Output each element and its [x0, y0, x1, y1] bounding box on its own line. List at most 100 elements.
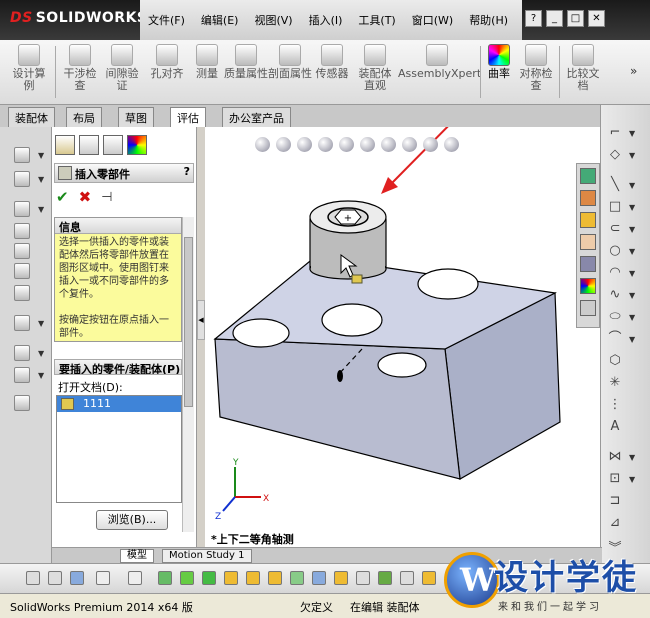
menu-view[interactable]: 视图(V): [246, 12, 300, 28]
info-title[interactable]: 信息: [55, 218, 181, 234]
cancel-x-icon[interactable]: ✖: [79, 188, 92, 206]
cmd-mass-props[interactable]: 质量属性: [224, 44, 268, 80]
tab-model[interactable]: 模型: [120, 549, 154, 563]
filter-surface-icon[interactable]: [180, 571, 194, 585]
design-library-icon[interactable]: [580, 212, 596, 228]
centerline-icon[interactable]: ⋮: [607, 397, 623, 413]
pushpin-icon[interactable]: ⊣: [101, 190, 112, 205]
convert-icon[interactable]: ⊡: [607, 471, 623, 487]
panel-splitter[interactable]: ◀: [197, 300, 205, 340]
pattern-icon[interactable]: [14, 315, 30, 331]
chevron-down-icon[interactable]: ▼: [629, 181, 635, 190]
chevron-down-icon[interactable]: ▼: [38, 319, 44, 328]
home-icon[interactable]: [580, 190, 596, 206]
filter-face-icon[interactable]: [158, 571, 172, 585]
menu-window[interactable]: 窗口(W): [404, 12, 461, 28]
cmd-assemblyxpert[interactable]: AssemblyXpert: [398, 44, 481, 80]
graphics-area[interactable]: + Y X Z *上下二等角轴测: [205, 127, 600, 547]
menu-file[interactable]: 文件(F): [140, 12, 193, 28]
parts-section-title[interactable]: 要插入的零件/装配体(P): [54, 359, 182, 375]
hole-front-left[interactable]: [232, 318, 290, 348]
spline-icon[interactable]: ∿: [607, 287, 623, 303]
chevron-down-icon[interactable]: ▼: [629, 247, 635, 256]
cmd-measure[interactable]: 测量: [190, 44, 224, 80]
tab-office-products[interactable]: 办公室产品: [222, 107, 291, 127]
tab-sketch[interactable]: 草图: [118, 107, 154, 127]
view-palette-icon[interactable]: [580, 256, 596, 272]
fillet-icon[interactable]: ⌒: [607, 331, 623, 347]
hole-back-right[interactable]: [417, 268, 479, 300]
cmd-compare[interactable]: 比较文档: [563, 44, 603, 92]
chevron-down-icon[interactable]: ▼: [38, 349, 44, 358]
display-manager-icon[interactable]: [127, 135, 147, 155]
model-view[interactable]: + Y X Z: [205, 127, 600, 547]
cmd-hole-align[interactable]: 孔对齐: [146, 44, 188, 80]
assembly-feature-icon[interactable]: [14, 285, 30, 301]
filter-dimension-icon[interactable]: [378, 571, 392, 585]
ok-check-icon[interactable]: ✔: [56, 188, 69, 206]
tab-evaluate[interactable]: 评估: [170, 107, 206, 127]
previous-view-icon[interactable]: [297, 137, 312, 152]
window-close-icon[interactable]: ✕: [588, 10, 605, 27]
chevron-down-icon[interactable]: ▼: [629, 475, 635, 484]
slot-icon[interactable]: ⊂: [607, 221, 623, 237]
cmd-design-study[interactable]: 设计算例: [8, 44, 50, 92]
menu-edit[interactable]: 编辑(E): [193, 12, 247, 28]
cmd-symmetry[interactable]: 对称检查: [516, 44, 556, 92]
rectangle-icon[interactable]: □: [607, 199, 623, 215]
point-icon[interactable]: ✳: [607, 375, 623, 391]
filter-icon[interactable]: [26, 571, 40, 585]
select-cursor-icon[interactable]: [96, 571, 110, 585]
hole-center[interactable]: [321, 303, 383, 337]
filter-center-mark-icon[interactable]: [334, 571, 348, 585]
filter-edge-icon[interactable]: [128, 571, 142, 585]
filter-surface-finish-icon[interactable]: [400, 571, 414, 585]
explode-icon[interactable]: [14, 395, 30, 411]
resources-icon[interactable]: [580, 168, 596, 184]
cmd-section-props[interactable]: 剖面属性: [268, 44, 312, 80]
smart-dimension-icon[interactable]: ◇: [607, 147, 623, 163]
move-component-icon[interactable]: [14, 243, 30, 259]
chevron-down-icon[interactable]: ▼: [38, 151, 44, 160]
cmd-clearance[interactable]: 间隙验证: [102, 44, 142, 92]
chevron-down-icon[interactable]: ▼: [629, 313, 635, 322]
hide-show-icon[interactable]: [381, 137, 396, 152]
mirror-icon[interactable]: ⊿: [607, 515, 623, 531]
reference-geometry-icon[interactable]: [14, 345, 30, 361]
sketch-icon[interactable]: ⌐: [607, 125, 623, 141]
chevron-down-icon[interactable]: ▼: [629, 129, 635, 138]
zoom-area-icon[interactable]: [276, 137, 291, 152]
filter-solid-icon[interactable]: [202, 571, 216, 585]
zoom-fit-icon[interactable]: [255, 137, 270, 152]
section-view-icon[interactable]: [318, 137, 333, 152]
chevron-down-icon[interactable]: ▼: [629, 225, 635, 234]
chevron-down-icon[interactable]: ▼: [629, 203, 635, 212]
filter-toggle-icon[interactable]: [48, 571, 62, 585]
filter-weld-icon[interactable]: [422, 571, 436, 585]
chevron-down-icon[interactable]: ▼: [629, 269, 635, 278]
restore-icon[interactable]: □: [567, 10, 584, 27]
mate-icon[interactable]: [14, 223, 30, 239]
cmd-assembly-visual[interactable]: 装配体直观: [354, 44, 396, 92]
hole-front-right[interactable]: [377, 352, 427, 378]
tab-assembly[interactable]: 装配体: [8, 107, 55, 127]
chevron-down-icon[interactable]: ▼: [629, 151, 635, 160]
filter-midpoint-icon[interactable]: [312, 571, 326, 585]
cmd-curvature[interactable]: 曲率: [484, 44, 514, 80]
menu-tools[interactable]: 工具(T): [350, 12, 403, 28]
filter-sketch-segment-icon[interactable]: [290, 571, 304, 585]
pm-help-icon[interactable]: ?: [184, 165, 190, 178]
list-item[interactable]: 1111: [57, 396, 181, 412]
circle-icon[interactable]: ○: [607, 243, 623, 259]
view-orientation-icon[interactable]: [339, 137, 354, 152]
curves-icon[interactable]: [14, 367, 30, 383]
appearances-icon[interactable]: [580, 278, 596, 294]
menu-help[interactable]: 帮助(H): [461, 12, 516, 28]
feature-manager-icon[interactable]: [55, 135, 75, 155]
text-icon[interactable]: A: [607, 419, 623, 435]
chevron-down-icon[interactable]: ▼: [629, 453, 635, 462]
custom-properties-icon[interactable]: [580, 300, 596, 316]
cmd-interference[interactable]: 干涉检查: [60, 44, 100, 92]
config-manager-icon[interactable]: [103, 135, 123, 155]
filter-plane-icon[interactable]: [246, 571, 260, 585]
